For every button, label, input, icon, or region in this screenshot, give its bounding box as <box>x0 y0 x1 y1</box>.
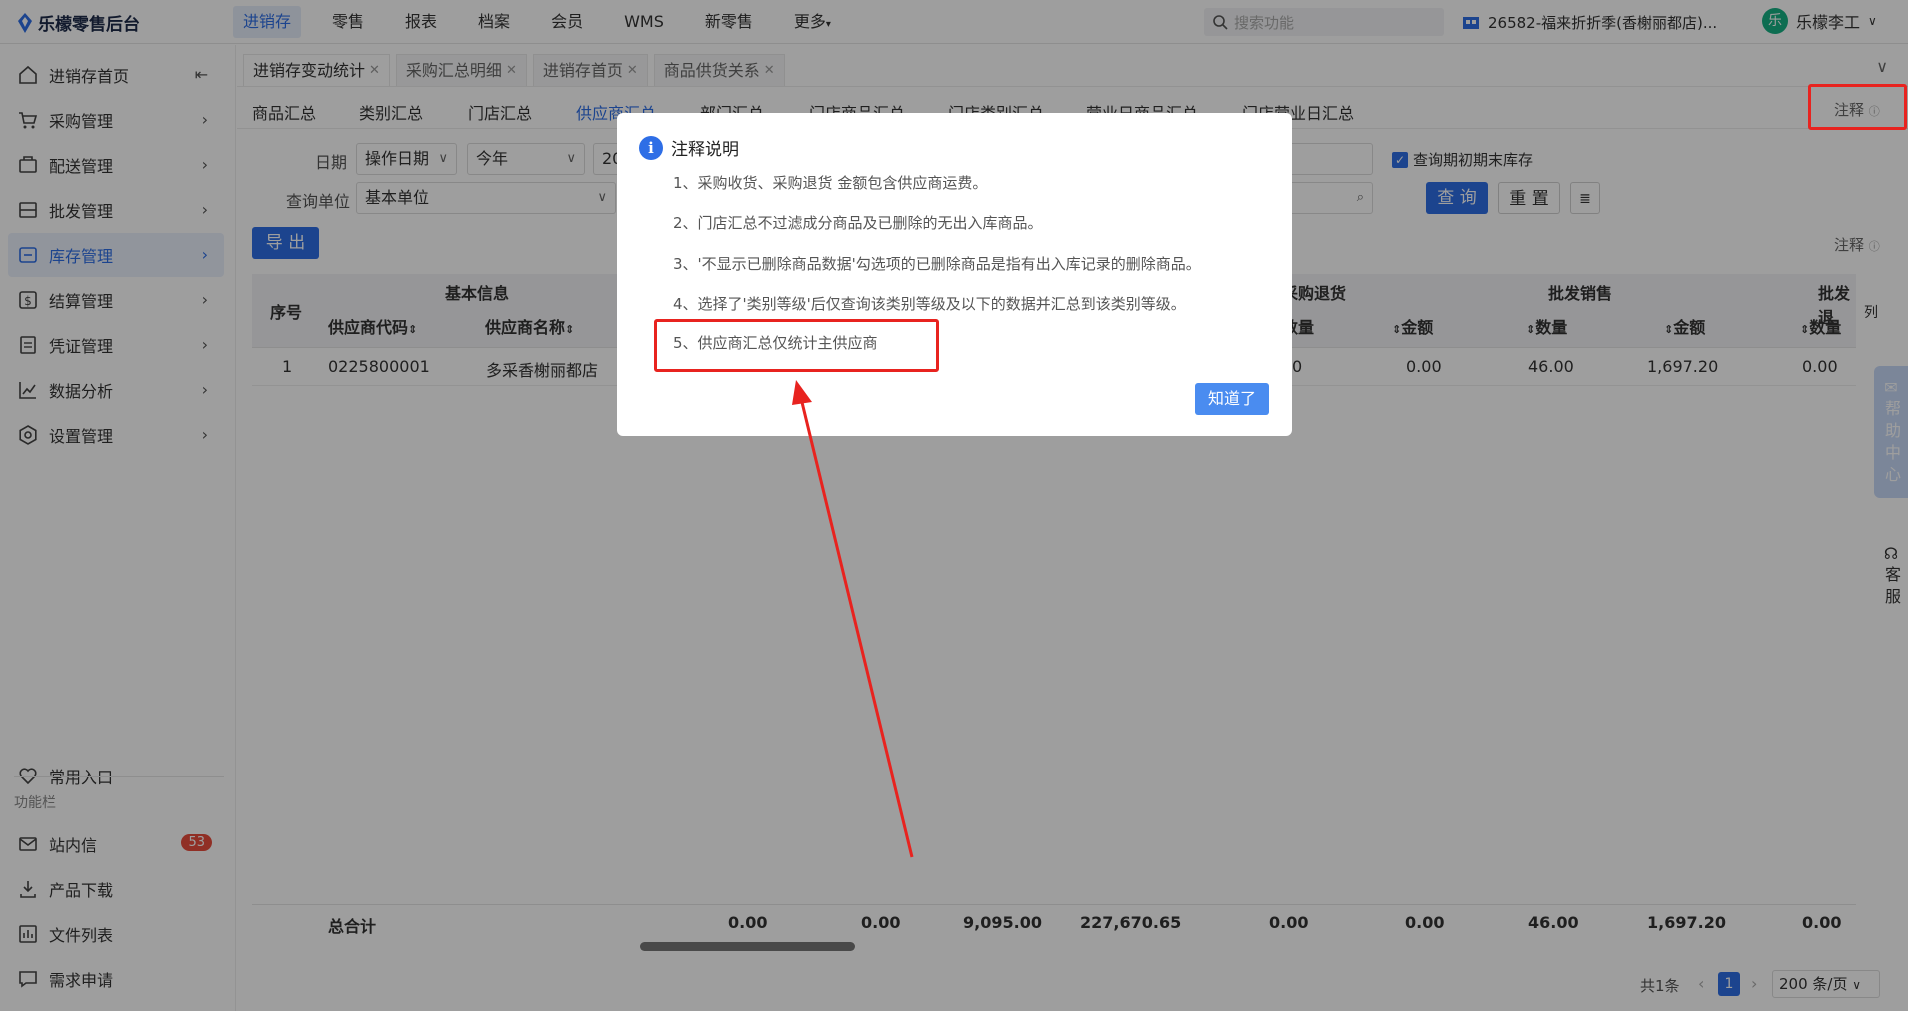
app-window: 乐檬零售后台 进销存 零售 报表 档案 会员 WMS 新零售 更多▾ 搜索功能 … <box>0 0 1908 1011</box>
arrow-annotation <box>792 380 914 858</box>
